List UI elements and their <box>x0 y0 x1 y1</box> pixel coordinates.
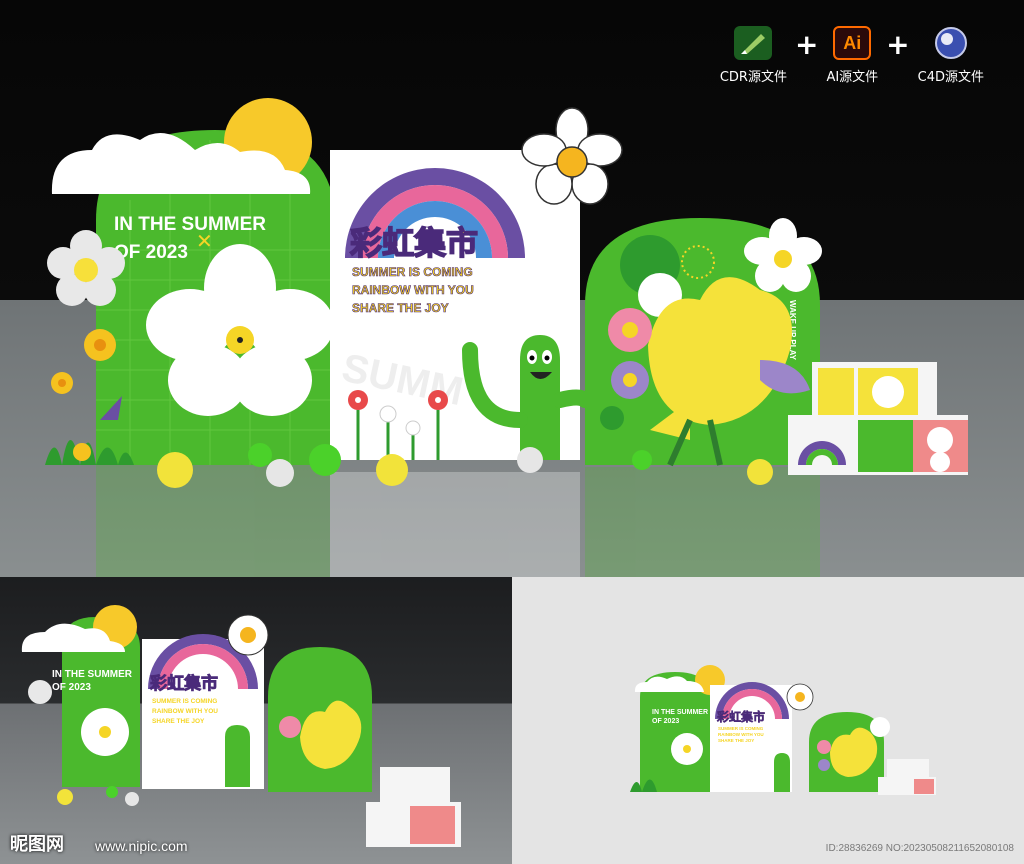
sparkle-icon: ✕ <box>196 231 213 253</box>
format-cdr: CDR源文件 <box>720 26 787 85</box>
angled-render: IN THE SUMMER OF 2023 彩虹集市 SUMMER IS COM… <box>0 577 512 864</box>
main-title: 彩虹集市 <box>350 225 478 261</box>
front-title: 彩虹集市 <box>716 709 765 724</box>
plus-sign: + <box>886 28 910 61</box>
watermark-id: ID:28836269 NO:20230508211652080108 <box>825 843 1014 854</box>
daisy-top <box>521 107 623 205</box>
front-slogan1: SUMMER IS COMING <box>718 726 764 731</box>
front-slogan3: SHARE THE JOY <box>718 738 754 743</box>
watermark-url: www.nipic.com <box>95 838 188 854</box>
left-panel-line1: IN THE SUMMER <box>114 214 266 235</box>
format-label-ai: AI源文件 <box>826 70 879 85</box>
illustrator-icon: Ai <box>833 26 872 60</box>
slogan-line1: SUMMER IS COMING <box>352 265 473 279</box>
left-panel-line2: OF 2023 <box>114 242 188 263</box>
front-line1: IN THE SUMMER <box>652 709 708 716</box>
cube-stack <box>788 362 968 475</box>
front-scene: IN THE SUMMER OF 2023 彩虹集市 SUMMER IS COM… <box>630 665 936 795</box>
display-scene: IN THE SUMMER OF 2023 ✕ 彩虹集市 SUMMER IS C… <box>45 98 968 577</box>
front-slogan2: RAINBOW WITH YOU <box>718 732 764 737</box>
angled-scene: IN THE SUMMER OF 2023 彩虹集市 SUMMER IS COM… <box>21 605 461 847</box>
angled-slogan2: RAINBOW WITH YOU <box>152 708 218 715</box>
front-line2: OF 2023 <box>652 718 679 725</box>
file-format-badges: CDR源文件 + Ai AI源文件 + C4D源文件 <box>720 26 984 85</box>
angled-line2: OF 2023 <box>52 682 91 693</box>
watermark-logo: 昵图网 <box>10 834 64 855</box>
format-ai: Ai AI源文件 <box>826 26 878 85</box>
angled-slogan1: SUMMER IS COMING <box>152 698 217 705</box>
slogan-line3: SHARE THE JOY <box>352 301 449 315</box>
coreldraw-icon <box>734 26 773 60</box>
angled-slogan3: SHARE THE JOY <box>152 718 205 725</box>
format-c4d: C4D源文件 <box>918 26 984 85</box>
main-render: IN THE SUMMER OF 2023 ✕ 彩虹集市 SUMMER IS C… <box>0 0 1024 577</box>
format-label-c4d: C4D源文件 <box>917 70 984 85</box>
cinema4d-icon <box>932 26 970 60</box>
format-label-cdr: CDR源文件 <box>719 70 787 85</box>
front-view-render: IN THE SUMMER OF 2023 彩虹集市 SUMMER IS COM… <box>512 577 1024 864</box>
angled-title: 彩虹集市 <box>149 673 218 693</box>
plus-sign: + <box>794 28 819 61</box>
slogan-line2: RAINBOW WITH YOU <box>352 283 474 297</box>
angled-line1: IN THE SUMMER <box>52 669 133 680</box>
